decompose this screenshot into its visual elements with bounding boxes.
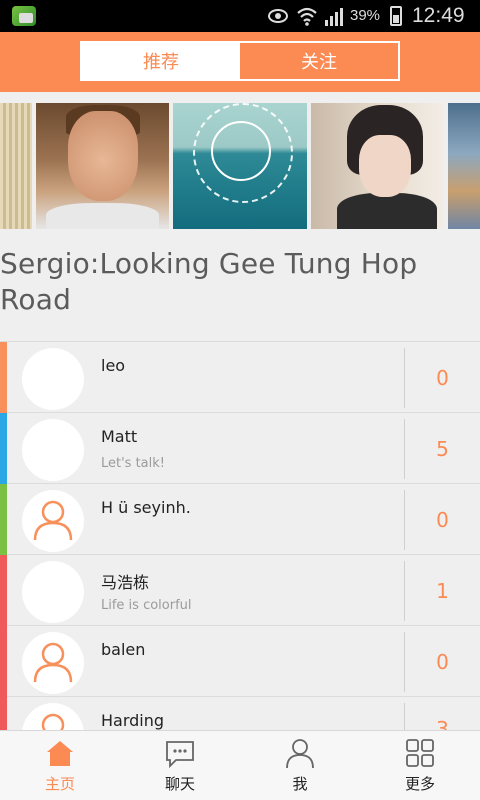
list-item[interactable]: balen 0 xyxy=(0,626,480,697)
list-item[interactable]: Matt Let's talk! 5 xyxy=(0,413,480,484)
list-item-name: H ü seyinh. xyxy=(101,498,191,517)
list-item-name: Matt xyxy=(101,427,138,446)
color-bar xyxy=(0,697,7,730)
tab-recommend[interactable]: 推荐 xyxy=(82,43,240,79)
list-item-name: leo xyxy=(101,356,126,375)
eye-icon xyxy=(268,9,288,23)
nav-label: 更多 xyxy=(404,775,435,793)
avatar[interactable] xyxy=(22,632,84,694)
list-item-name: balen xyxy=(101,640,146,659)
list-item-name: 马浩栋 xyxy=(101,573,150,592)
clock: 12:49 xyxy=(412,4,465,27)
photo-carousel[interactable] xyxy=(0,103,480,229)
nav-label: 聊天 xyxy=(164,775,195,793)
list-item-count: 0 xyxy=(436,365,449,390)
avatar[interactable] xyxy=(22,490,84,552)
list-item-subtitle: Life is colorful xyxy=(101,598,192,613)
signal-icon xyxy=(325,8,343,26)
carousel-photo[interactable] xyxy=(448,103,480,229)
carousel-photo[interactable] xyxy=(311,103,444,229)
battery-icon xyxy=(390,6,402,26)
avatar[interactable] xyxy=(22,419,84,481)
avatar[interactable] xyxy=(22,561,84,623)
default-user-icon xyxy=(33,500,73,541)
nav-chat[interactable]: 聊天 xyxy=(120,731,240,800)
app-notification-icon xyxy=(12,6,36,26)
tab-follow[interactable]: 关注 xyxy=(240,43,398,79)
list-item[interactable]: H ü seyinh. 0 xyxy=(0,484,480,555)
default-user-icon xyxy=(33,642,73,683)
avatar[interactable] xyxy=(22,703,84,730)
segmented-tabs: 推荐 关注 xyxy=(80,41,400,81)
avatar[interactable] xyxy=(22,348,84,410)
person-icon xyxy=(286,739,314,769)
nav-home[interactable]: 主页 xyxy=(0,731,120,800)
carousel-photo[interactable] xyxy=(0,103,32,229)
default-user-icon xyxy=(41,713,65,730)
color-bar xyxy=(0,342,7,413)
status-bar: 39% 12:49 xyxy=(0,0,480,32)
carousel-photo[interactable] xyxy=(36,103,169,229)
wifi-icon xyxy=(297,7,317,26)
chat-icon xyxy=(166,741,194,769)
color-bar xyxy=(0,413,7,484)
list-item-count: 1 xyxy=(436,578,449,603)
bottom-nav: 主页 聊天 我 更多 xyxy=(0,730,480,800)
list-item-name: Harding xyxy=(101,711,165,730)
color-bar xyxy=(0,484,7,555)
nav-label: 主页 xyxy=(44,775,75,793)
nav-label: 我 xyxy=(292,775,308,793)
post-title[interactable]: Sergio:Looking Gee Tung Hop Road xyxy=(0,246,480,318)
list-item-count: 0 xyxy=(436,507,449,532)
list-item-count: 3 xyxy=(436,717,449,730)
list-item-subtitle: Let's talk! xyxy=(101,456,166,471)
contact-list: leo 0 Matt Let's talk! 5 H ü seyinh. 0 马… xyxy=(0,341,480,730)
color-bar xyxy=(0,555,7,626)
list-item-count: 0 xyxy=(436,649,449,674)
home-icon xyxy=(47,741,73,766)
color-bar xyxy=(0,626,7,697)
nav-me[interactable]: 我 xyxy=(240,731,360,800)
grid-icon xyxy=(406,739,434,767)
header: 推荐 关注 xyxy=(0,32,480,92)
list-item[interactable]: 马浩栋 Life is colorful 1 xyxy=(0,555,480,626)
list-item[interactable]: Harding 3 xyxy=(0,697,480,730)
list-item[interactable]: leo 0 xyxy=(0,342,480,413)
carousel-photo[interactable] xyxy=(173,103,307,229)
battery-percent: 39% xyxy=(350,7,381,24)
list-item-count: 5 xyxy=(436,436,449,461)
nav-more[interactable]: 更多 xyxy=(360,731,480,800)
